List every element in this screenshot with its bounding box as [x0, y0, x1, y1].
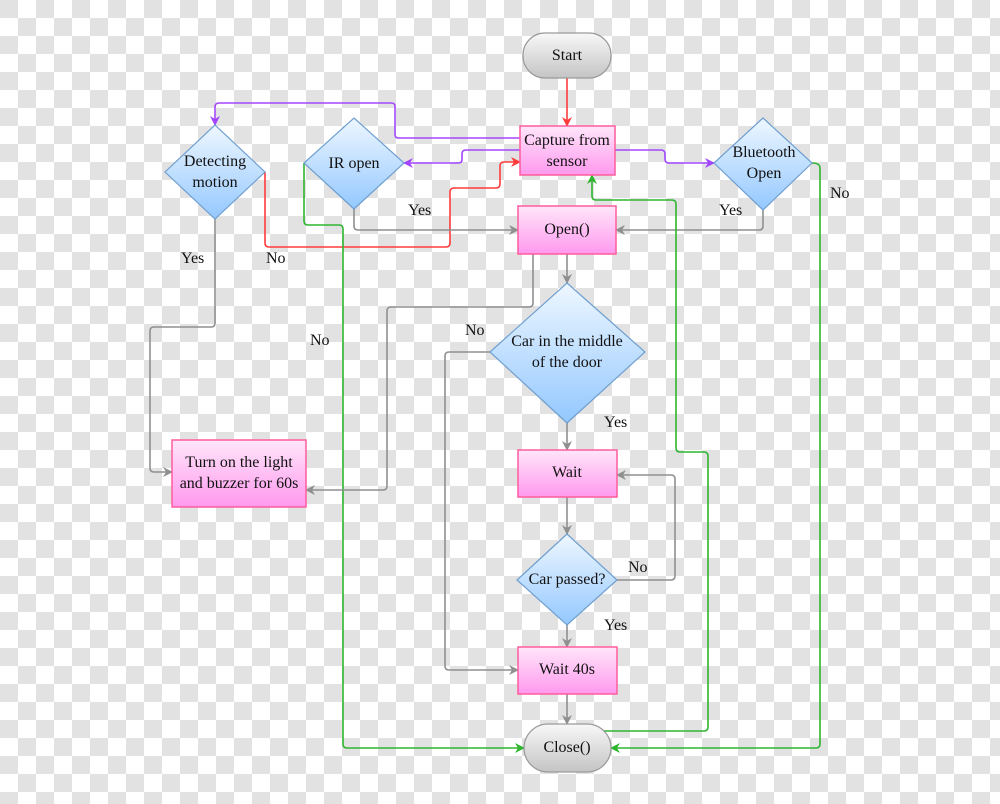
node-label: Car passed? [529, 571, 606, 588]
label-middle-yes: Yes [604, 414, 627, 431]
node-label: Turn on the light [185, 454, 293, 471]
label-bluetooth-yes: Yes [719, 202, 742, 219]
node-open[interactable]: Open() [517, 205, 617, 255]
label-open-no: No [310, 332, 330, 349]
node-label: Capture from [524, 132, 610, 149]
node-capture[interactable]: Capture from sensor [519, 125, 616, 176]
label-middle-no: No [465, 322, 485, 339]
node-close[interactable]: Close() [523, 723, 612, 773]
node-label: Close() [543, 739, 590, 756]
node-label: Wait 40s [539, 661, 595, 678]
label-passed-no: No [628, 559, 648, 576]
flowchart: Start Capture from sensor Detecting moti… [0, 0, 1000, 804]
node-label: IR open [328, 155, 379, 172]
node-label: Start [552, 47, 583, 64]
node-label: Wait [552, 464, 582, 481]
node-start[interactable]: Start [522, 32, 612, 79]
node-label: Detecting [184, 153, 246, 170]
node-label: Open() [544, 221, 589, 238]
node-label: Open [747, 165, 782, 182]
node-label: and buzzer for 60s [180, 475, 299, 492]
node-label: Bluetooth [732, 144, 795, 161]
label-ir-yes: Yes [408, 202, 431, 219]
node-wait-40s[interactable]: Wait 40s [517, 646, 618, 695]
label-passed-yes: Yes [604, 617, 627, 634]
label-bluetooth-no: No [830, 185, 850, 202]
node-label: motion [192, 174, 237, 191]
node-label: sensor [547, 153, 589, 170]
label-detecting-yes: Yes [181, 250, 204, 267]
node-turn-on-light[interactable]: Turn on the light and buzzer for 60s [171, 439, 307, 508]
node-label: of the door [532, 354, 603, 371]
node-wait[interactable]: Wait [517, 449, 618, 498]
label-detecting-no: No [266, 250, 286, 267]
node-label: Car in the middle [511, 333, 623, 350]
